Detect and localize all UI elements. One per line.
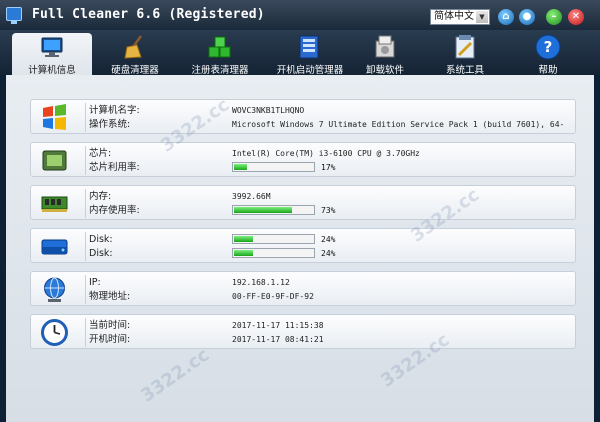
windows-logo-icon (43, 104, 66, 130)
language-select[interactable]: 简体中文 ▼ (430, 9, 490, 25)
cpu-chip-icon (42, 150, 67, 171)
divider (85, 318, 86, 347)
home-icon[interactable]: ⌂ (498, 9, 514, 25)
app-window: Full Cleaner 6.6 (Registered) 简体中文 ▼ ⌂ ●… (0, 0, 600, 422)
startup-manager-icon (299, 35, 319, 59)
language-select-value: 简体中文 (434, 11, 474, 22)
time-card: 当前时间: 2017-11-17 11:15:38 开机时间: 2017-11-… (30, 314, 576, 349)
tab-label: 帮助 (538, 65, 558, 76)
disk-label: Disk: (89, 248, 113, 259)
tab-label: 计算机信息 (28, 65, 76, 76)
disk-usage-percent: 24% (321, 235, 336, 244)
boot-time-value: 2017-11-17 08:41:21 (232, 335, 324, 344)
computer-info-panel: 计算机名字: WOVC3NKB1TLHQNO 操作系统: Microsoft W… (6, 75, 594, 422)
ip-value: 192.168.1.12 (232, 278, 290, 287)
mac-value: 00-FF-E0-9F-DF-92 (232, 292, 314, 301)
title-bar: Full Cleaner 6.6 (Registered) 简体中文 ▼ ⌂ ●… (0, 0, 600, 30)
cpu-usage-row: 芯片利用率: 17% (87, 161, 387, 174)
computer-name-value: WOVC3NKB1TLHQNO (232, 106, 305, 115)
svg-text:?: ? (544, 38, 553, 56)
cpu-usage-bar (232, 162, 315, 172)
divider (85, 275, 86, 304)
hard-disk-icon (41, 239, 68, 255)
memory-value: 3992.66M (232, 192, 271, 201)
divider (85, 146, 86, 175)
cpu-usage-percent: 17% (321, 163, 336, 172)
clock-icon (41, 319, 68, 346)
memory-usage-row: 内存使用率: 73% (87, 204, 387, 217)
cpu-label: 芯片: (89, 148, 112, 159)
os-label: 操作系统: (89, 119, 131, 130)
memory-stick-icon (41, 196, 68, 212)
tab-label: 卸载软件 (365, 65, 404, 76)
computer-name-label: 计算机名字: (89, 105, 140, 116)
cpu-value: Intel(R) Core(TM) i3-6100 CPU @ 3.70GHz (232, 149, 420, 158)
tab-label: 注册表清理器 (191, 65, 249, 76)
cpu-card: 芯片: Intel(R) Core(TM) i3-6100 CPU @ 3.70… (30, 142, 576, 177)
broom-icon (124, 35, 143, 59)
mac-label: 物理地址: (89, 291, 131, 302)
disk-usage-bar (232, 248, 315, 258)
tab-system-tools[interactable]: 系统工具 (435, 30, 495, 76)
tab-disk-cleaner[interactable]: 硬盘清理器 (100, 30, 170, 76)
uninstall-box-icon (375, 35, 395, 58)
divider (85, 232, 86, 261)
network-globe-icon (44, 277, 65, 302)
window-title: Full Cleaner 6.6 (Registered) (32, 7, 265, 22)
memory-card: 内存: 3992.66M 内存使用率: 73% (30, 185, 576, 220)
network-card: IP: 192.168.1.12 物理地址: 00-FF-E0-9F-DF-92 (30, 271, 576, 306)
ip-label: IP: (89, 277, 101, 288)
boot-time-label: 开机时间: (89, 334, 131, 345)
memory-usage-label: 内存使用率: (89, 205, 140, 216)
disk-usage-bar (232, 234, 315, 244)
tab-label: 硬盘清理器 (111, 65, 159, 76)
tab-registry-cleaner[interactable]: 注册表清理器 (180, 30, 260, 76)
registry-cubes-icon (208, 36, 231, 58)
tab-bar: 计算机信息 硬盘清理器 注册表清理器 开机启动管理器 卸载软件 系统工具 ? 帮… (0, 30, 600, 76)
memory-label: 内存: (89, 191, 112, 202)
memory-usage-fill (234, 207, 292, 213)
disk-card: Disk: 24% Disk: 24% (30, 228, 576, 263)
app-monitor-icon (6, 7, 22, 24)
minimize-button[interactable]: – (546, 9, 562, 25)
help-icon: ? (535, 34, 561, 60)
memory-usage-bar (232, 205, 315, 215)
divider (85, 189, 86, 218)
computer-card: 计算机名字: WOVC3NKB1TLHQNO 操作系统: Microsoft W… (30, 99, 576, 134)
cpu-usage-label: 芯片利用率: (89, 162, 140, 173)
disk-usage-fill (234, 250, 253, 256)
divider (85, 103, 86, 132)
close-button[interactable]: ✕ (568, 9, 584, 25)
current-time-value: 2017-11-17 11:15:38 (232, 321, 324, 330)
memory-usage-percent: 73% (321, 206, 336, 215)
tab-label: 系统工具 (445, 65, 484, 76)
os-value: Microsoft Windows 7 Ultimate Edition Ser… (232, 120, 565, 129)
watermark: 3322.cc (137, 344, 214, 407)
disk-usage-fill (234, 236, 253, 242)
cpu-usage-fill (234, 164, 247, 170)
disk-usage-percent: 24% (321, 249, 336, 258)
tab-computer-info[interactable]: 计算机信息 (12, 33, 92, 76)
tab-uninstall[interactable]: 卸载软件 (355, 30, 415, 76)
monitor-icon (41, 37, 63, 57)
tab-label: 开机启动管理器 (276, 65, 344, 76)
tab-startup-manager[interactable]: 开机启动管理器 (265, 30, 355, 76)
current-time-label: 当前时间: (89, 320, 131, 331)
lock-icon[interactable]: ● (519, 9, 535, 25)
disk-label: Disk: (89, 234, 113, 245)
disk-row: Disk: 24% (87, 247, 387, 260)
tab-help[interactable]: ? 帮助 (523, 30, 573, 76)
system-tools-icon (455, 35, 475, 59)
chevron-down-icon[interactable]: ▼ (476, 11, 488, 23)
disk-row: Disk: 24% (87, 233, 387, 246)
